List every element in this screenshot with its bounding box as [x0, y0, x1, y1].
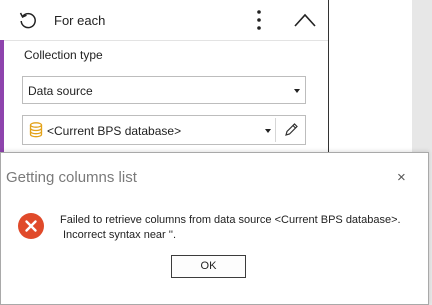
panel-header: For each	[4, 0, 328, 41]
error-icon	[17, 212, 45, 240]
error-message-line2: Incorrect syntax near ''.	[63, 229, 177, 241]
chevron-up-icon[interactable]	[292, 11, 318, 29]
data-source-select[interactable]: <Current BPS database>	[22, 115, 306, 145]
data-source-value: <Current BPS database>	[47, 124, 182, 138]
ok-button[interactable]: OK	[171, 255, 246, 278]
more-vertical-icon[interactable]	[252, 9, 266, 31]
collection-type-label: Collection type	[24, 48, 103, 62]
dropdown-caret-icon[interactable]	[265, 129, 271, 133]
error-dialog: Getting columns list × Failed to retriev…	[0, 152, 429, 305]
panel-title: For each	[54, 13, 106, 28]
dropdown-caret-icon[interactable]	[294, 89, 300, 93]
pencil-icon[interactable]	[283, 122, 299, 138]
database-icon	[29, 122, 43, 138]
panel-border	[328, 0, 329, 160]
loop-icon	[18, 10, 38, 30]
close-icon[interactable]: ×	[397, 170, 406, 185]
dialog-title: Getting columns list	[6, 169, 137, 186]
field-divider	[275, 118, 276, 142]
collection-type-select[interactable]: Data source	[22, 76, 306, 104]
collection-type-value: Data source	[28, 84, 93, 98]
error-message-line1: Failed to retrieve columns from data sou…	[60, 214, 401, 226]
